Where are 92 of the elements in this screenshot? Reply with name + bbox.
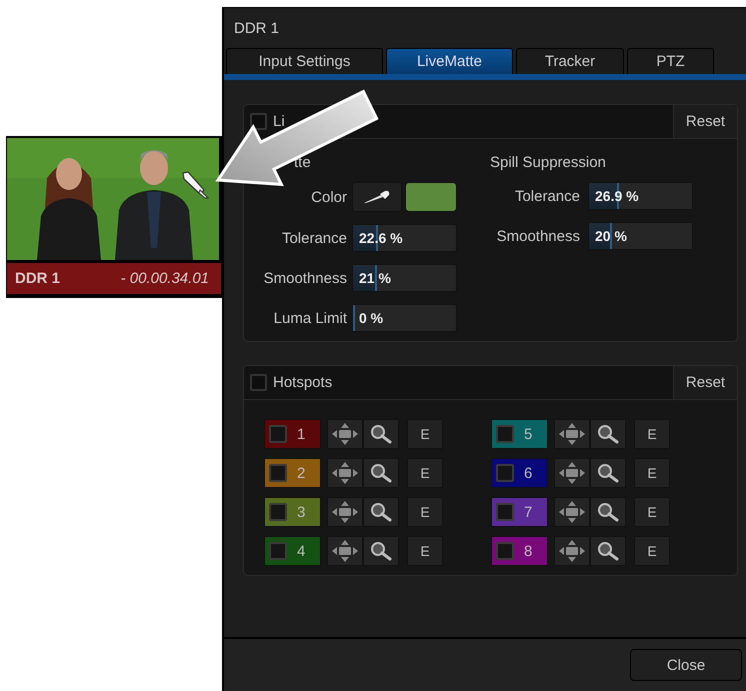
zoom-button[interactable] xyxy=(363,497,399,527)
checkbox[interactable] xyxy=(496,425,514,443)
edit-button[interactable]: E xyxy=(634,458,670,488)
slider-field[interactable]: 20 % xyxy=(588,222,693,250)
hotspot-number: 1 xyxy=(297,426,306,442)
slider-field[interactable]: 22.6 % xyxy=(352,224,457,252)
move-arrows-icon xyxy=(332,501,358,523)
field-label: Tolerance xyxy=(514,188,580,204)
field-label: Luma Limit xyxy=(274,310,347,326)
hotspot-toggle[interactable]: 6 xyxy=(491,458,548,488)
move-button[interactable] xyxy=(327,497,363,527)
tab[interactable]: LiveMatte xyxy=(386,48,513,74)
hotspot-number: 3 xyxy=(297,504,306,520)
zoom-button[interactable] xyxy=(590,497,626,527)
move-button[interactable] xyxy=(554,497,590,527)
tab[interactable]: PTZ xyxy=(627,48,714,74)
reset-button[interactable]: Reset xyxy=(673,366,737,399)
checkbox[interactable] xyxy=(269,464,287,482)
panel-title: Li xyxy=(273,113,286,130)
move-arrows-icon xyxy=(332,462,358,484)
hotspot-toggle[interactable]: 4 xyxy=(264,536,321,566)
magnifier-icon xyxy=(370,424,392,444)
magnifier-icon xyxy=(597,541,619,561)
source-label: DDR 1 xyxy=(15,270,60,287)
field-label: Tolerance xyxy=(282,230,347,246)
hotspot-number: 7 xyxy=(524,504,532,520)
move-button[interactable] xyxy=(554,536,590,566)
section-heading: Spill Suppression xyxy=(490,153,607,173)
edit-button[interactable]: E xyxy=(407,497,443,527)
edit-button[interactable]: E xyxy=(634,419,670,449)
checkbox[interactable] xyxy=(250,113,267,130)
move-button[interactable] xyxy=(327,419,363,449)
reset-button[interactable]: Reset xyxy=(673,105,737,138)
slider-field[interactable]: 0 % xyxy=(352,304,457,332)
zoom-button[interactable] xyxy=(363,536,399,566)
close-button[interactable]: Close xyxy=(630,649,742,681)
checkbox[interactable] xyxy=(496,542,514,560)
tab[interactable]: Tracker xyxy=(516,48,624,74)
checkbox[interactable] xyxy=(496,503,514,521)
move-arrows-icon xyxy=(332,423,358,445)
zoom-button[interactable] xyxy=(590,536,626,566)
move-arrows-icon xyxy=(559,462,585,484)
hotspot-number: 8 xyxy=(524,542,532,560)
field-label: Color xyxy=(311,188,347,206)
magnifier-icon xyxy=(597,502,619,522)
edit-button[interactable]: E xyxy=(407,536,443,566)
hotspot-toggle[interactable]: 7 xyxy=(491,497,548,527)
move-arrows-icon xyxy=(559,423,585,445)
zoom-button[interactable] xyxy=(363,419,399,449)
zoom-button[interactable] xyxy=(590,458,626,488)
hotspot-number: 4 xyxy=(297,542,306,560)
slider-field[interactable]: 21 % xyxy=(352,264,457,292)
eyedropper-cursor-icon xyxy=(180,170,210,200)
hotspot-number: 5 xyxy=(524,426,532,442)
hotspot-number: 6 xyxy=(524,464,532,482)
edit-button[interactable]: E xyxy=(407,458,443,488)
magnifier-icon xyxy=(370,463,392,483)
magnifier-icon xyxy=(597,424,619,444)
slider-field[interactable]: 26.9 % xyxy=(588,182,693,210)
move-arrows-icon xyxy=(332,540,358,562)
timecode: - 00.00.34.01 xyxy=(120,270,209,287)
color-swatch[interactable] xyxy=(405,182,457,212)
field-label: Smoothness xyxy=(264,270,347,286)
move-arrows-icon xyxy=(559,540,585,562)
hotspot-toggle[interactable]: 8 xyxy=(491,536,548,566)
magnifier-icon xyxy=(597,463,619,483)
magnifier-icon xyxy=(370,541,392,561)
magnifier-icon xyxy=(370,502,392,522)
checkbox[interactable] xyxy=(269,503,287,521)
tab[interactable]: Input Settings xyxy=(226,48,383,74)
checkbox[interactable] xyxy=(496,464,514,482)
checkbox[interactable] xyxy=(269,542,287,560)
zoom-button[interactable] xyxy=(363,458,399,488)
edit-button[interactable]: E xyxy=(634,536,670,566)
zoom-button[interactable] xyxy=(590,419,626,449)
move-arrows-icon xyxy=(559,501,585,523)
eyedropper-icon xyxy=(363,190,391,204)
checkbox[interactable] xyxy=(269,425,287,443)
window-title: DDR 1 xyxy=(233,18,280,38)
edit-button[interactable]: E xyxy=(407,419,443,449)
field-label: Smoothness xyxy=(496,228,580,244)
hotspot-toggle[interactable]: 1 xyxy=(264,419,321,449)
move-button[interactable] xyxy=(327,536,363,566)
edit-button[interactable]: E xyxy=(634,497,670,527)
hotspot-number: 2 xyxy=(297,464,306,482)
eyedropper-button[interactable] xyxy=(352,182,402,212)
hotspot-toggle[interactable]: 5 xyxy=(491,419,548,449)
move-button[interactable] xyxy=(327,458,363,488)
panel-title: Hotspots xyxy=(273,374,334,391)
move-button[interactable] xyxy=(554,458,590,488)
move-button[interactable] xyxy=(554,419,590,449)
checkbox[interactable] xyxy=(250,374,267,391)
